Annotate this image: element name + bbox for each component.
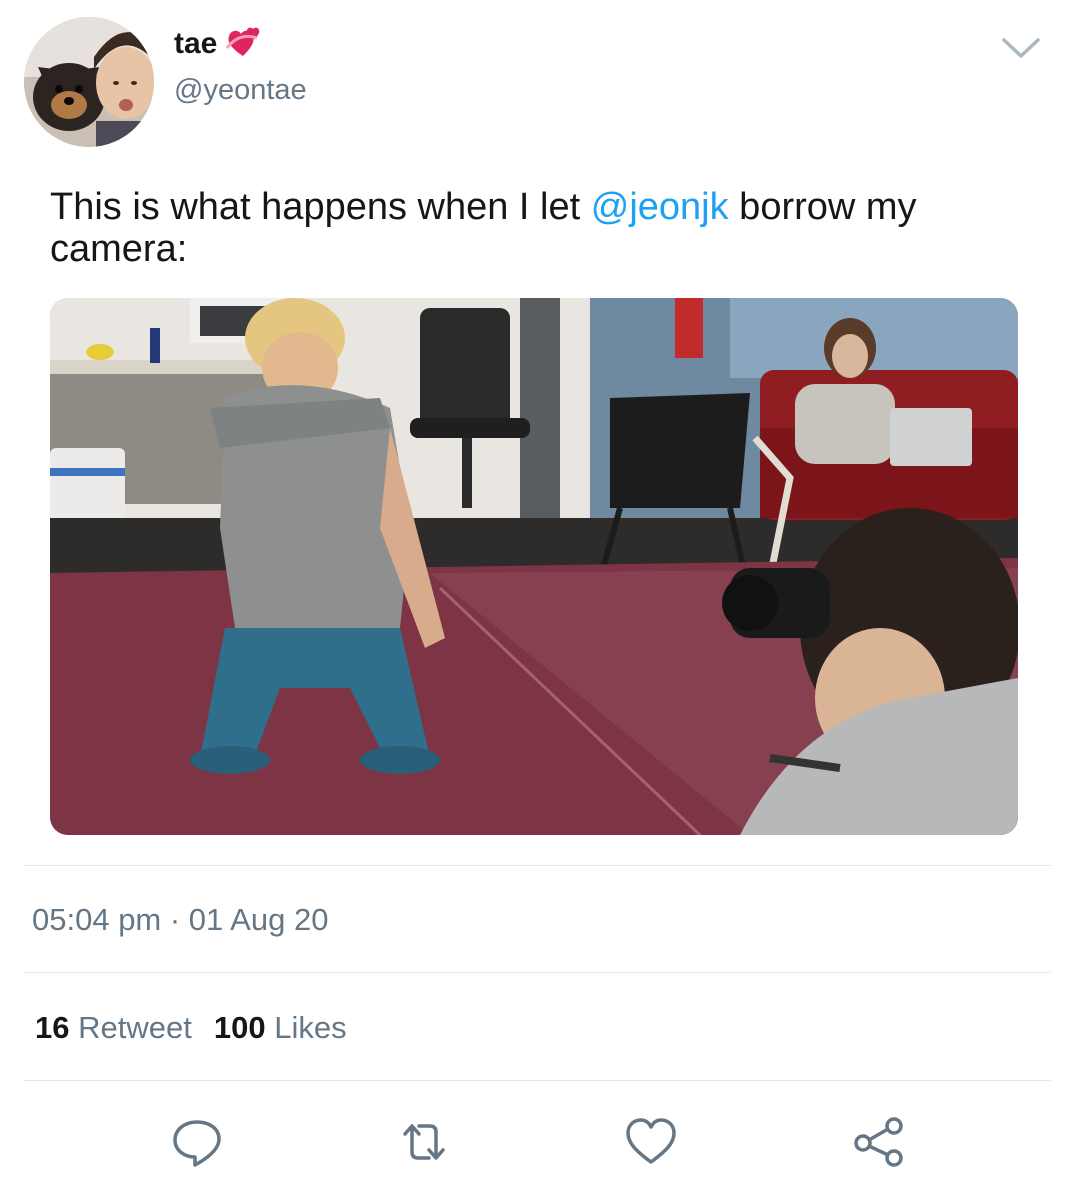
likes-stat[interactable]: 100 Likes xyxy=(214,1008,347,1048)
photo-illustration xyxy=(50,298,1018,835)
user-handle[interactable]: @yeontae xyxy=(174,72,307,108)
display-name-text: tae xyxy=(174,27,218,60)
display-name[interactable]: tae xyxy=(174,26,263,62)
divider xyxy=(24,865,1051,866)
retweets-label: Retweet xyxy=(78,1010,192,1045)
like-button[interactable] xyxy=(622,1114,680,1170)
share-icon xyxy=(854,1117,903,1167)
tweet-timestamp[interactable]: 05:04 pm · 01 Aug 20 xyxy=(32,900,328,940)
tweet-text: This is what happens when I let @jeonjk … xyxy=(50,186,1030,270)
likes-label: Likes xyxy=(274,1010,347,1045)
reply-button[interactable] xyxy=(168,1114,226,1170)
avatar[interactable] xyxy=(24,17,154,147)
tweet-media-photo[interactable] xyxy=(50,298,1018,835)
share-button[interactable] xyxy=(850,1114,908,1170)
retweet-icon xyxy=(403,1124,445,1160)
avatar-photo xyxy=(24,17,154,147)
retweets-count: 16 xyxy=(35,1010,70,1045)
like-heart-icon xyxy=(626,1118,676,1164)
mention-link[interactable]: @jeonjk xyxy=(591,186,729,228)
revolving-hearts-icon xyxy=(223,26,263,62)
tweet-text-start: This is what happens when I let xyxy=(50,186,591,228)
divider xyxy=(24,972,1051,973)
likes-count: 100 xyxy=(213,1010,266,1045)
chevron-down-icon[interactable] xyxy=(1000,34,1042,62)
retweets-stat[interactable]: 16 Retweet xyxy=(35,1008,192,1048)
engagement-stats: 16 Retweet 100 Likes xyxy=(35,1008,347,1048)
retweet-button[interactable] xyxy=(395,1114,453,1170)
divider xyxy=(24,1080,1051,1081)
reply-icon xyxy=(173,1120,221,1167)
